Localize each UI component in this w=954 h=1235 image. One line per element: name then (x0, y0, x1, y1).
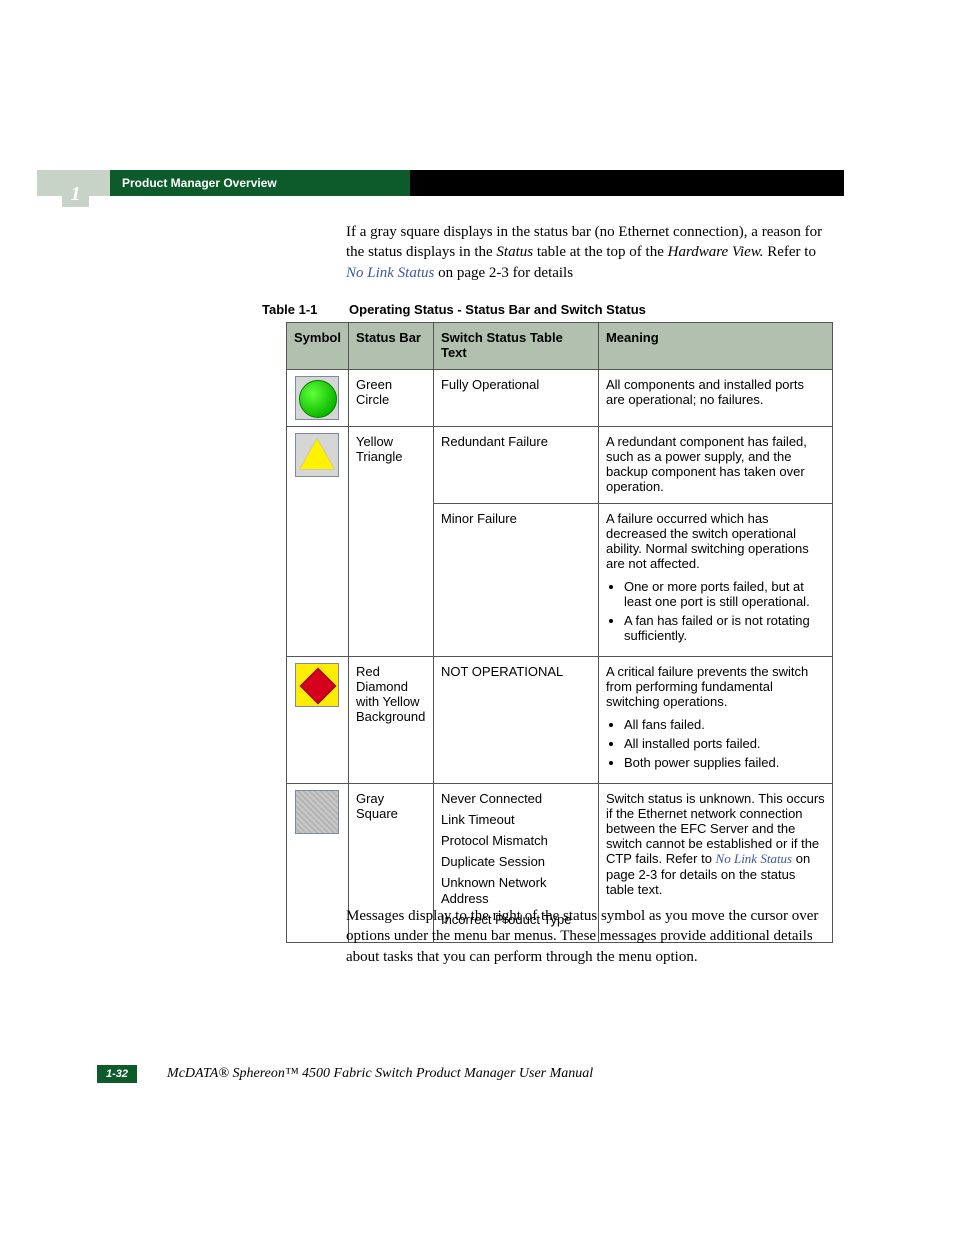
no-link-status-link[interactable]: No Link Status (716, 851, 793, 866)
table-caption-num: Table 1-1 (262, 302, 317, 317)
status-bar-text: Green Circle (348, 370, 433, 427)
symbol-cell (287, 427, 349, 657)
section-title: Product Manager Overview (110, 170, 410, 196)
table-row: Red Diamond with Yellow Background NOT O… (287, 657, 833, 784)
yellow-triangle-icon (295, 433, 339, 477)
table-row: Green Circle Fully Operational All compo… (287, 370, 833, 427)
th-status-bar: Status Bar (348, 323, 433, 370)
bullet-item: A fan has failed or is not rotating suff… (624, 613, 825, 643)
switch-status-text: Fully Operational (433, 370, 598, 427)
table-caption-title: Operating Status - Status Bar and Switch… (349, 302, 646, 317)
intro-post1: Refer to (763, 244, 815, 260)
header-black-block (410, 170, 844, 196)
bullet-item: All fans failed. (624, 717, 825, 732)
switch-line: Protocol Mismatch (441, 833, 591, 850)
table-header-row: Symbol Status Bar Switch Status Table Te… (287, 323, 833, 370)
table-row: Yellow Triangle Redundant Failure A redu… (287, 427, 833, 504)
switch-line: Never Connected (441, 791, 591, 808)
outro-paragraph: Messages display to the right of the sta… (346, 906, 834, 967)
meaning-text: All components and installed ports are o… (598, 370, 832, 427)
symbol-cell (287, 370, 349, 427)
chapter-number: 1 (62, 181, 89, 207)
intro-post2: on page 2-3 for details (434, 265, 573, 281)
th-symbol: Symbol (287, 323, 349, 370)
no-link-status-link[interactable]: No Link Status (346, 265, 434, 281)
footer-title: McDATA® Sphereon™ 4500 Fabric Switch Pro… (167, 1066, 593, 1082)
switch-line: Unknown Network Address (441, 875, 591, 909)
switch-status-text: NOT OPERATIONAL (433, 657, 598, 784)
meaning-text: A failure occurred which has decreased t… (598, 504, 832, 657)
status-table: Symbol Status Bar Switch Status Table Te… (286, 322, 833, 943)
page-number: 1-32 (97, 1065, 137, 1083)
meaning-text: A critical failure prevents the switch f… (598, 657, 832, 784)
switch-status-text: Minor Failure (433, 504, 598, 657)
gray-square-icon (295, 790, 339, 834)
status-bar-text: Red Diamond with Yellow Background (348, 657, 433, 784)
red-diamond-icon (295, 663, 339, 707)
meaning-intro: A critical failure prevents the switch f… (606, 664, 825, 709)
table-caption: Table 1-1 Operating Status - Status Bar … (262, 302, 646, 317)
intro-mid: table at the top of the (533, 244, 668, 260)
bullet-item: All installed ports failed. (624, 736, 825, 751)
th-switch-text: Switch Status Table Text (433, 323, 598, 370)
meaning-intro: A failure occurred which has decreased t… (606, 511, 825, 571)
switch-line: Link Timeout (441, 812, 591, 829)
switch-line: Duplicate Session (441, 854, 591, 871)
bullet-item: One or more ports failed, but at least o… (624, 579, 825, 609)
header-bar: Product Manager Overview (37, 170, 844, 196)
symbol-cell (287, 657, 349, 784)
status-bar-text: Yellow Triangle (348, 427, 433, 657)
intro-em2: Hardware View. (668, 244, 764, 260)
th-meaning: Meaning (598, 323, 832, 370)
intro-paragraph: If a gray square displays in the status … (346, 222, 834, 283)
meaning-text: A redundant component has failed, such a… (598, 427, 832, 504)
switch-status-text: Redundant Failure (433, 427, 598, 504)
page-footer: 1-32 McDATA® Sphereon™ 4500 Fabric Switc… (97, 1065, 857, 1083)
symbol-cell (287, 784, 349, 943)
bullet-item: Both power supplies failed. (624, 755, 825, 770)
intro-em1: Status (496, 244, 533, 260)
green-circle-icon (295, 376, 339, 420)
